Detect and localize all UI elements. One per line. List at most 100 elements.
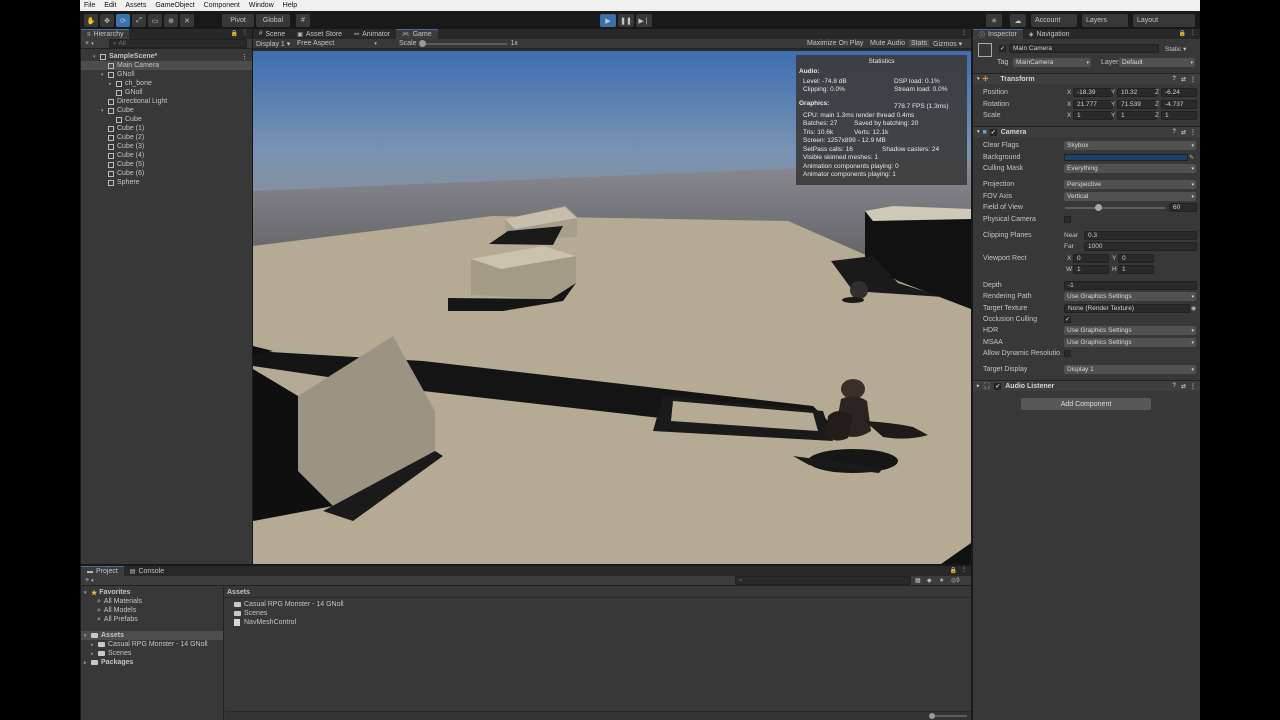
menu-window[interactable]: Window (249, 2, 274, 9)
file-casual-rpg[interactable]: Casual RPG Monster - 14 GNoll (234, 600, 344, 609)
far-field[interactable]: 1000 (1084, 242, 1197, 251)
lock-icon[interactable]: 🔒 (1179, 30, 1186, 37)
preset-icon[interactable]: ⇄ (1181, 76, 1186, 83)
scale-z-field[interactable]: 1 (1161, 111, 1197, 120)
display-dropdown[interactable]: Display 1 ▾ (256, 40, 292, 48)
assets-root-folder[interactable]: ▾ Assets (81, 631, 223, 640)
custom-tool-icon[interactable]: ✕ (180, 14, 194, 27)
hand-tool-icon[interactable]: ✋ (84, 14, 98, 27)
camera-header[interactable]: ▾ ■ ✓ Camera ? ⇄ ⋮ (973, 126, 1200, 137)
viewport-w-field[interactable]: 1 (1073, 265, 1109, 274)
file-scenes[interactable]: Scenes (234, 609, 267, 618)
viewport-h-field[interactable]: 1 (1118, 265, 1154, 274)
object-name-field[interactable]: Main Camera (1009, 44, 1159, 53)
menu-component[interactable]: Component (204, 2, 240, 9)
position-y-field[interactable]: 10.32 (1117, 88, 1157, 97)
gizmos-button[interactable]: Gizmos ▾ (933, 40, 962, 48)
audio-listener-checkbox[interactable]: ✓ (994, 382, 1002, 390)
active-checkbox[interactable]: ✓ (999, 45, 1006, 52)
grid-snap-icon[interactable]: # (296, 14, 310, 27)
culling-mask-dropdown[interactable]: Everything ▾ (1064, 164, 1196, 173)
position-x-field[interactable]: -18.39 (1073, 88, 1113, 97)
hierarchy-item[interactable]: Cube (4) (81, 151, 252, 160)
object-picker-icon[interactable]: ◉ (1191, 305, 1196, 312)
tab-animator[interactable]: ⚯ Animator (348, 29, 396, 39)
collab-icon[interactable]: ✳ (986, 14, 1002, 27)
hierarchy-item[interactable]: Sphere (81, 178, 252, 187)
more-menu-icon[interactable]: ⋮ (1190, 76, 1196, 83)
icon-size-slider-thumb[interactable] (929, 713, 935, 719)
add-component-button[interactable]: Add Component (1021, 398, 1151, 410)
favorites-header[interactable]: ▾ ★ Favorites (84, 588, 130, 597)
aspect-dropdown[interactable]: Free Aspect ▾ (297, 40, 393, 47)
layout-dropdown[interactable]: Layout (1133, 14, 1195, 27)
menu-help[interactable]: Help (283, 2, 297, 9)
chevron-down-icon[interactable]: ▾ (91, 578, 94, 584)
rotation-x-field[interactable]: 21.777 (1073, 100, 1113, 109)
eyedropper-icon[interactable]: ✎ (1189, 154, 1194, 161)
scene-root-item[interactable]: ▾ SampleScene* ⋮ (81, 52, 252, 61)
filter-label-icon[interactable]: ◆ (927, 577, 932, 584)
audio-listener-header[interactable]: ▸ 🎧 ✓ Audio Listener ? ⇄ ⋮ (973, 380, 1200, 391)
hierarchy-item[interactable]: Main Camera (81, 61, 252, 70)
background-color-swatch[interactable] (1064, 154, 1188, 161)
projection-dropdown[interactable]: Perspective ▾ (1064, 180, 1196, 189)
packages-folder[interactable]: ▸ Packages (84, 658, 133, 667)
tab-asset-store[interactable]: ▣ Asset Store (291, 29, 348, 39)
tab-game[interactable]: 🎮 Game (396, 29, 438, 39)
hierarchy-item[interactable]: ▸ ch_bone (81, 79, 252, 88)
menu-edit[interactable]: Edit (104, 2, 116, 9)
fav-all-prefabs[interactable]: ⌕ All Prefabs (97, 615, 138, 624)
scale-y-field[interactable]: 1 (1117, 111, 1157, 120)
more-menu-icon[interactable]: ⋮ (241, 53, 248, 61)
rotate-tool-icon[interactable]: ⟳ (116, 14, 130, 27)
tab-project[interactable]: ▬ Project (81, 566, 124, 576)
fav-all-models[interactable]: ⌕ All Models (97, 606, 136, 615)
scale-slider-thumb[interactable] (418, 39, 426, 47)
tab-navigation[interactable]: ◈ Navigation (1023, 29, 1076, 39)
preset-icon[interactable]: ⇄ (1181, 383, 1186, 390)
hierarchy-item[interactable]: Cube (6) (81, 169, 252, 178)
breadcrumb[interactable]: Assets (227, 588, 250, 597)
more-menu-icon[interactable]: ⋮ (242, 29, 248, 36)
more-menu-icon[interactable]: ⋮ (961, 29, 967, 36)
stats-button[interactable]: Stats (909, 40, 929, 47)
transform-tool-icon[interactable]: ⊕ (164, 14, 178, 27)
icon-size-slider[interactable] (929, 713, 967, 719)
account-dropdown[interactable]: Account (1031, 14, 1077, 27)
fav-all-materials[interactable]: ⌕ All Materials (97, 597, 142, 606)
clear-flags-dropdown[interactable]: Skybox ▾ (1064, 141, 1196, 150)
menu-file[interactable]: File (84, 2, 95, 9)
fov-slider[interactable] (1065, 204, 1165, 211)
add-object-icon[interactable]: + (85, 40, 89, 47)
global-toggle[interactable]: Global (256, 14, 290, 27)
more-menu-icon[interactable]: ⋮ (1190, 29, 1196, 36)
filter-type-icon[interactable]: ▦ (915, 577, 921, 584)
scale-x-field[interactable]: 1 (1073, 111, 1113, 120)
near-field[interactable]: 0.3 (1084, 231, 1197, 240)
viewport-y-field[interactable]: 0 (1118, 254, 1154, 263)
more-menu-icon[interactable]: ⋮ (1190, 129, 1196, 136)
chevron-down-icon[interactable]: ▾ (101, 72, 108, 78)
scale-tool-icon[interactable]: ⤢ (132, 14, 146, 27)
static-toggle[interactable]: Static ▾ (1165, 45, 1186, 53)
hierarchy-search-input[interactable]: ⌕ All (109, 39, 247, 48)
tag-dropdown[interactable]: MainCamera ▾ (1013, 58, 1091, 67)
step-button[interactable]: ▶❘ (636, 14, 652, 27)
favorite-star-icon[interactable]: ★ (939, 577, 944, 584)
dynamic-resolution-checkbox[interactable] (1064, 350, 1071, 357)
create-asset-icon[interactable]: + (85, 577, 89, 584)
lock-icon[interactable]: 🔒 (950, 567, 957, 574)
hierarchy-item[interactable]: GNoll (81, 88, 252, 97)
camera-enabled-checkbox[interactable]: ✓ (989, 128, 997, 136)
target-display-dropdown[interactable]: Display 1 ▾ (1064, 365, 1196, 374)
tab-console[interactable]: ▤ Console (124, 566, 170, 576)
chevron-down-icon[interactable]: ▾ (101, 108, 108, 114)
transform-header[interactable]: ▾ ✢ Transform ? ⇄ ⋮ (973, 73, 1200, 84)
tab-hierarchy[interactable]: ≡ Hierarchy (81, 29, 130, 39)
hdr-dropdown[interactable]: Use Graphics Settings ▾ (1064, 326, 1196, 335)
maximize-on-play-button[interactable]: Maximize On Play (807, 40, 863, 47)
move-tool-icon[interactable]: ✥ (100, 14, 114, 27)
tree-folder-scenes[interactable]: ▸ Scenes (91, 649, 131, 658)
lock-icon[interactable]: 🔒 (231, 30, 238, 37)
